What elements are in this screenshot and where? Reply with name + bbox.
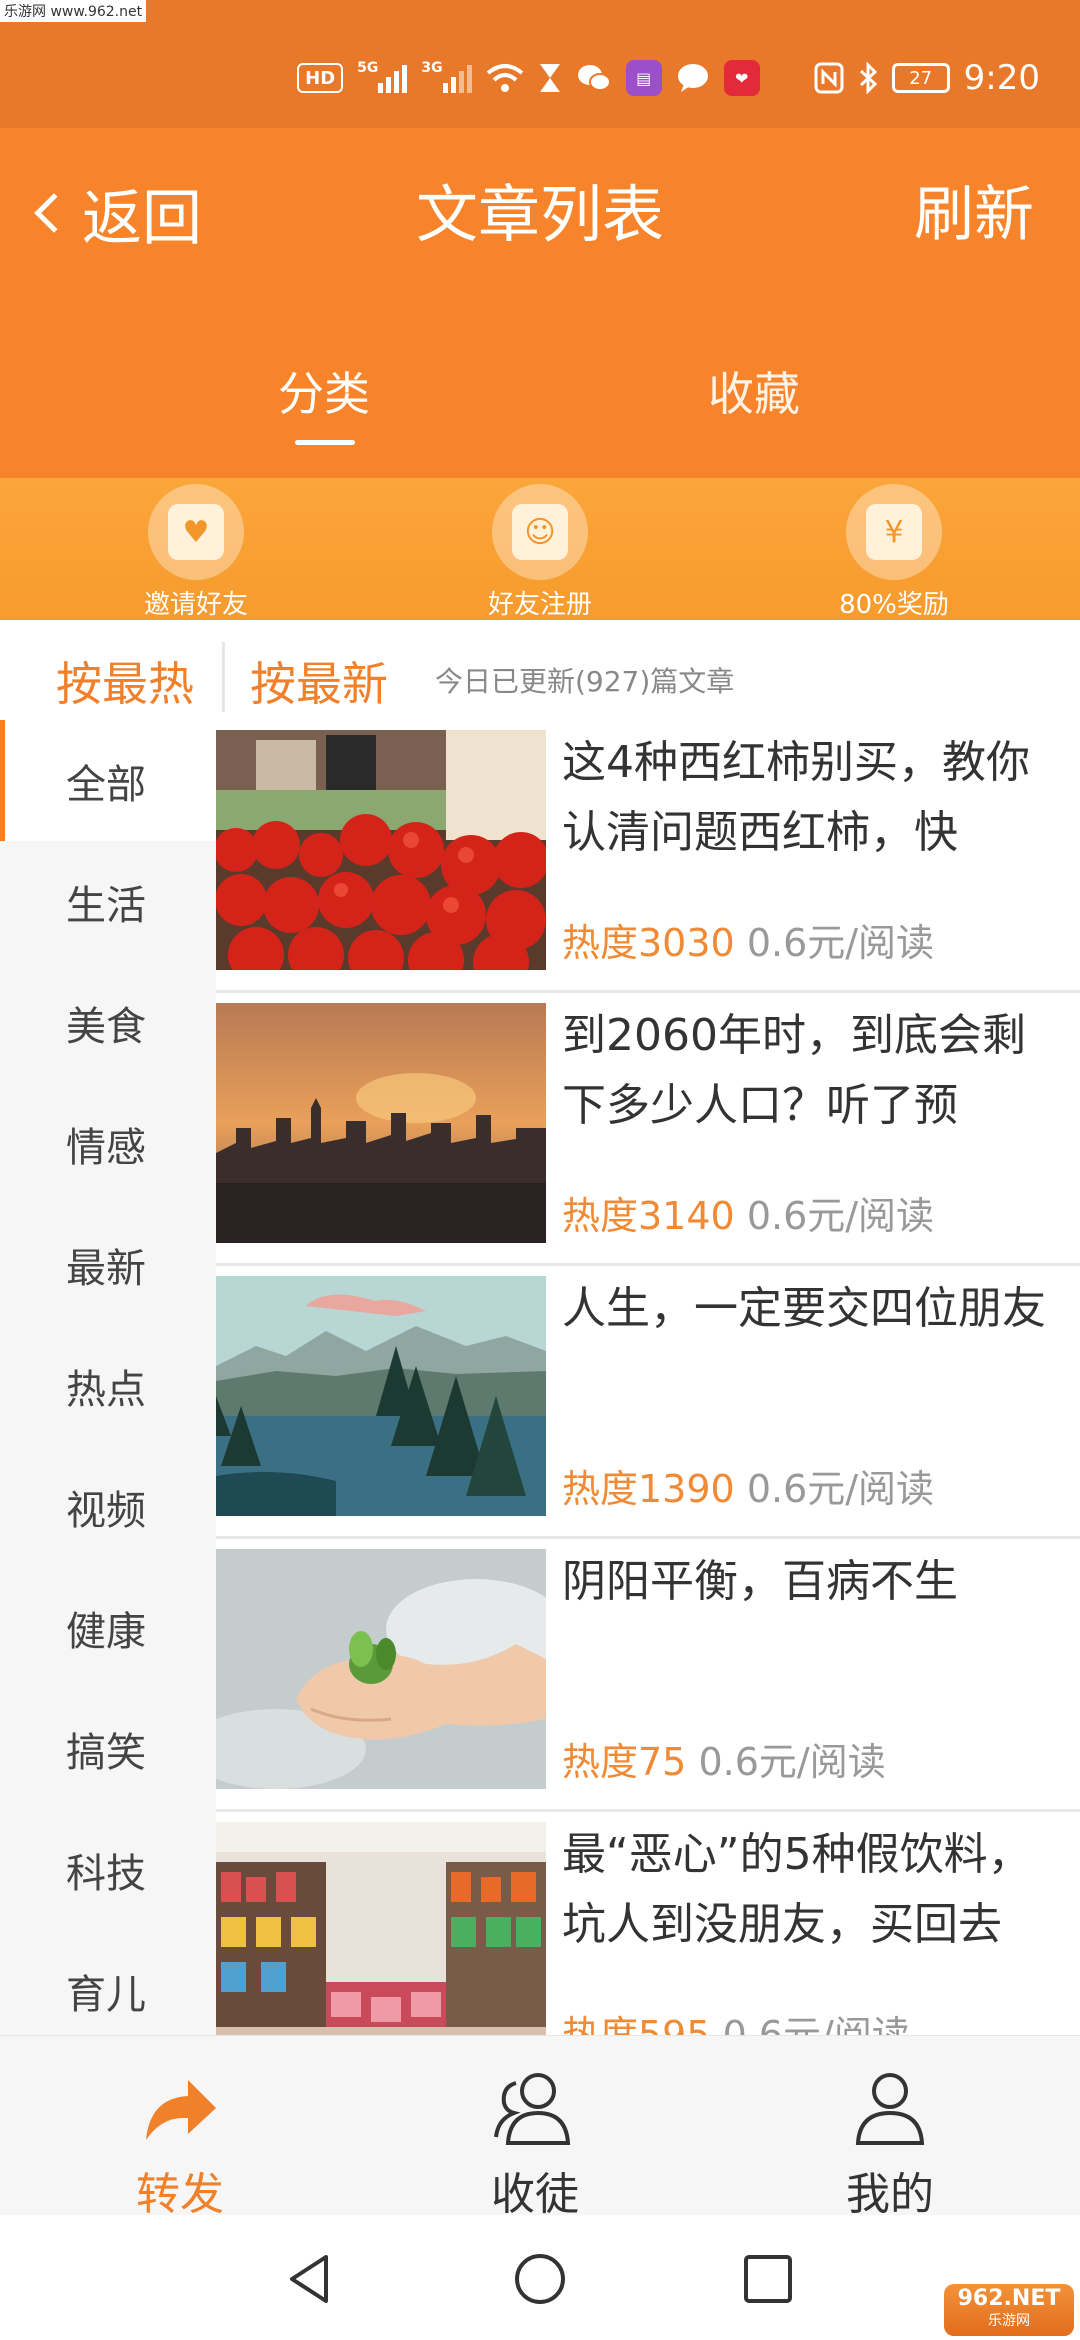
banner-label: 80%奖励 xyxy=(839,590,949,620)
watermark-sub: 乐游网 xyxy=(988,2313,1030,2329)
nav-bar: 返回 文章列表 刷新 xyxy=(0,128,1080,298)
article-meta: 热度3030 0.6元/阅读 xyxy=(562,912,934,967)
category-hot[interactable]: 热点 xyxy=(0,1325,216,1446)
category-all[interactable]: 全部 xyxy=(0,720,216,841)
bluetooth-icon xyxy=(858,60,878,96)
message-icon xyxy=(676,60,710,96)
article-title: 到2060年时，到底会剩下多少人口？听了预 xyxy=(562,1010,1026,1131)
wifi-icon xyxy=(486,60,524,96)
category-tech[interactable]: 科技 xyxy=(0,1809,216,1930)
reward-banner: ♥ 邀请好友 ☺ 好友注册 ¥ 80%奖励 xyxy=(0,478,1080,620)
share-arrow-icon xyxy=(130,2064,230,2154)
category-video[interactable]: 视频 xyxy=(0,1446,216,1567)
signal-5g-icon: 5G xyxy=(357,60,408,96)
tab-label: 我的 xyxy=(846,2169,934,2220)
article-price: 0.6元/阅读 xyxy=(746,1194,935,1238)
article-heat: 热度1390 xyxy=(562,1467,735,1511)
article-thumbnail-store xyxy=(216,1822,546,2035)
category-latest[interactable]: 最新 xyxy=(0,1204,216,1325)
signal-3g-icon: 3G xyxy=(421,60,472,96)
article-item[interactable]: 人生，一定要交四位朋友 热度1390 0.6元/阅读 xyxy=(216,1266,1080,1539)
banner-label: 好友注册 xyxy=(487,590,592,620)
article-meta: 热度75 0.6元/阅读 xyxy=(562,1731,886,1786)
system-navigation-bar: 962.NET 乐游网 xyxy=(0,2215,1080,2340)
divider xyxy=(222,642,225,712)
invite-friends-button[interactable]: ♥ 邀请好友 xyxy=(86,484,306,621)
friend-register-button[interactable]: ☺ 好友注册 xyxy=(430,484,650,621)
article-heat: 热度595 xyxy=(562,2013,711,2035)
hourglass-icon xyxy=(538,60,562,96)
user-card-icon: ☺ xyxy=(512,504,568,560)
article-title: 最“恶心”的5种假饮料，坑人到没朋友，买回去 xyxy=(562,1829,1032,1950)
article-title: 人生，一定要交四位朋友 xyxy=(562,1283,1046,1334)
app-heart-icon: ❤ xyxy=(723,60,760,96)
article-heat: 热度75 xyxy=(562,1740,687,1784)
sort-bar: 按最热 按最新 今日已更新(927)篇文章 xyxy=(0,620,1080,720)
category-sidebar: 全部 生活 美食 情感 最新 热点 视频 健康 搞笑 科技 育儿 xyxy=(0,720,216,2035)
category-food[interactable]: 美食 xyxy=(0,962,216,1083)
article-heat: 热度3030 xyxy=(562,921,735,965)
tab-active-indicator xyxy=(295,440,355,445)
reward-button[interactable]: ¥ 80%奖励 xyxy=(784,484,1004,621)
category-life[interactable]: 生活 xyxy=(0,841,216,962)
article-meta: 热度595 0.6元/阅读 xyxy=(562,2004,910,2035)
category-funny[interactable]: 搞笑 xyxy=(0,1688,216,1809)
nfc-icon xyxy=(814,60,844,96)
users-icon xyxy=(485,2064,585,2154)
status-icons: HD 5G 3G ▤ ❤ 27 9:20 xyxy=(297,56,1040,100)
article-item[interactable]: 阴阳平衡，百病不生 热度75 0.6元/阅读 xyxy=(216,1539,1080,1812)
article-meta: 热度3140 0.6元/阅读 xyxy=(562,1185,934,1240)
clock: 9:20 xyxy=(963,58,1040,98)
user-icon xyxy=(840,2064,940,2154)
article-thumbnail-tomatoes xyxy=(216,730,546,970)
banner-label: 邀请好友 xyxy=(143,590,248,620)
tab-category[interactable]: 分类 xyxy=(278,358,370,424)
article-price: 0.6元/阅读 xyxy=(698,1740,886,1784)
watermark-brand: 962.NET xyxy=(957,2286,1061,2311)
tab-bar: 分类 收藏 xyxy=(0,298,1080,478)
wechat-icon xyxy=(576,60,612,96)
bottom-tab-bar: 转发 收徒 我的 xyxy=(0,2035,1080,2220)
tab-label: 转发 xyxy=(136,2169,224,2220)
update-info: 今日已更新(927)篇文章 xyxy=(435,665,735,698)
app-film-icon: ▤ xyxy=(625,60,662,96)
tab-share[interactable]: 转发 xyxy=(0,2036,360,2220)
watermark-bottom-right: 962.NET 乐游网 xyxy=(944,2284,1074,2336)
article-thumbnail-mountain xyxy=(216,1276,546,1516)
article-title: 阴阳平衡，百病不生 xyxy=(562,1556,958,1607)
back-triangle-icon[interactable] xyxy=(280,2249,340,2309)
article-price: 0.6元/阅读 xyxy=(746,1467,935,1511)
sort-by-hot-button[interactable]: 按最热 xyxy=(56,648,194,714)
article-item[interactable]: 到2060年时，到底会剩下多少人口？听了预 热度3140 0.6元/阅读 xyxy=(216,993,1080,1266)
watermark-top-left: 乐游网 www.962.net xyxy=(0,0,147,22)
tab-favorites[interactable]: 收藏 xyxy=(708,358,800,424)
article-price: 0.6元/阅读 xyxy=(746,921,935,965)
article-meta: 热度1390 0.6元/阅读 xyxy=(562,1458,934,1513)
article-heat: 热度3140 xyxy=(562,1194,735,1238)
tab-label: 收徒 xyxy=(491,2169,579,2220)
refresh-button[interactable]: 刷新 xyxy=(914,178,1034,252)
category-health[interactable]: 健康 xyxy=(0,1567,216,1688)
money-bag-icon: ¥ xyxy=(866,504,922,560)
article-item[interactable]: 这4种西红柿别买，教你认清问题西红柿，快 热度3030 0.6元/阅读 xyxy=(216,720,1080,993)
heart-envelope-icon: ♥ xyxy=(168,504,224,560)
status-bar: 乐游网 www.962.net HD 5G 3G ▤ ❤ 27 9:20 xyxy=(0,0,1080,128)
category-emotion[interactable]: 情感 xyxy=(0,1083,216,1204)
article-list: 这4种西红柿别买，教你认清问题西红柿，快 热度3030 0.6元/阅读 到206… xyxy=(216,720,1080,2035)
tab-apprentice[interactable]: 收徒 xyxy=(355,2036,715,2220)
category-parenting[interactable]: 育儿 xyxy=(0,1930,216,2035)
tab-mine[interactable]: 我的 xyxy=(710,2036,1070,2220)
article-price: 0.6元/阅读 xyxy=(722,2013,910,2035)
article-thumbnail-city xyxy=(216,1003,546,1243)
battery-icon: 27 xyxy=(891,63,950,93)
home-circle-icon[interactable] xyxy=(510,2249,570,2309)
article-item[interactable]: 最“恶心”的5种假饮料，坑人到没朋友，买回去 热度595 0.6元/阅读 xyxy=(216,1812,1080,2035)
recent-apps-icon[interactable] xyxy=(738,2249,798,2309)
article-title: 这4种西红柿别买，教你认清问题西红柿，快 xyxy=(562,737,1030,858)
hd-icon: HD xyxy=(297,60,344,96)
article-thumbnail-hands xyxy=(216,1549,546,1789)
sort-by-new-button[interactable]: 按最新 xyxy=(250,648,388,714)
